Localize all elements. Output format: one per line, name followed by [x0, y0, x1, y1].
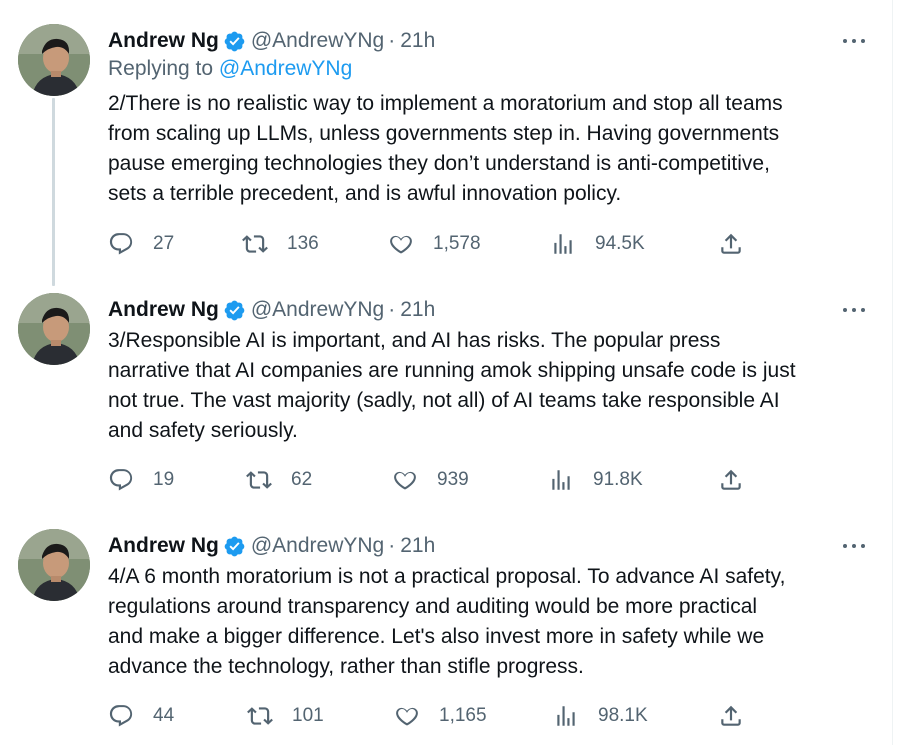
views-count: 91.8K: [593, 469, 643, 490]
verified-badge-icon[interactable]: [223, 30, 246, 53]
tweet-text: 2/There is no realistic way to implement…: [108, 89, 878, 209]
tweet-text-line: and make a bigger difference. Let's also…: [108, 625, 765, 648]
tweet-text-line: 4/A 6 month moratorium is not a practica…: [108, 565, 786, 588]
avatar[interactable]: [18, 529, 90, 601]
replying-to-link[interactable]: @AndrewYNg: [219, 57, 352, 80]
avatar-photo-icon: [18, 529, 90, 601]
tweet-actions: 19 62 939 91.8K: [108, 465, 768, 495]
thread-timeline: Andrew Ng @AndrewYNg · 21h Replying to @…: [0, 0, 893, 745]
share-button[interactable]: [718, 701, 744, 731]
tweet-text-line: narrative that AI companies are running …: [108, 359, 796, 382]
retweet-button[interactable]: 62: [246, 465, 312, 495]
tweet-actions: 27 136 1,578 94.5K: [108, 229, 768, 259]
tweet-2[interactable]: Andrew Ng @AndrewYNg · 21h 3/Responsible…: [0, 293, 893, 508]
tweet-timestamp[interactable]: 21h: [400, 29, 435, 53]
share-upload-icon: [721, 233, 741, 254]
retweet-count: 101: [292, 705, 324, 726]
tweet-text-line: 3/Responsible AI is important, and AI ha…: [108, 329, 721, 352]
retweet-icon: [246, 471, 272, 489]
tweet-text-line: from scaling up LLMs, unless governments…: [108, 122, 780, 145]
views-bars-icon: [554, 234, 572, 254]
author-name[interactable]: Andrew Ng: [108, 298, 219, 322]
reply-count: 27: [153, 233, 175, 254]
tweet-1[interactable]: Andrew Ng @AndrewYNg · 21h Replying to @…: [0, 24, 893, 274]
tweet-header: Andrew Ng @AndrewYNg · 21h: [108, 531, 435, 561]
tweet-text-line: advance the technology, rather than stif…: [108, 655, 584, 678]
verified-badge-icon[interactable]: [223, 535, 246, 558]
views-bars-icon: [552, 470, 570, 490]
more-dots-icon[interactable]: [841, 535, 867, 557]
tweet-text-line: not true. The vast majority (sadly, not …: [108, 389, 780, 412]
avatar-photo-icon: [18, 24, 90, 96]
tweet-text-line: regulations around transparency and audi…: [108, 595, 758, 618]
share-button[interactable]: [718, 229, 744, 259]
avatar[interactable]: [18, 293, 90, 365]
author-handle[interactable]: @AndrewYNg: [251, 29, 384, 53]
heart-icon: [396, 707, 418, 726]
retweet-icon: [242, 235, 268, 253]
tweet-text: 4/A 6 month moratorium is not a practica…: [108, 562, 878, 682]
like-button[interactable]: 939: [392, 465, 469, 495]
retweet-count: 136: [287, 233, 319, 254]
like-count: 1,578: [433, 233, 481, 254]
share-upload-icon: [721, 705, 741, 726]
author-name[interactable]: Andrew Ng: [108, 29, 219, 53]
share-button[interactable]: [718, 465, 744, 495]
like-button[interactable]: 1,165: [394, 701, 487, 731]
more-dots-icon[interactable]: [841, 30, 867, 52]
tweet-text-line: pause emerging technologies they don’t u…: [108, 152, 770, 175]
tweet-text-line: 2/There is no realistic way to implement…: [108, 92, 783, 115]
reply-bubble-icon: [109, 705, 133, 727]
tweet-header: Andrew Ng @AndrewYNg · 21h: [108, 295, 435, 325]
tweet-actions: 44 101 1,165 98.1K: [108, 701, 768, 731]
verified-badge-icon[interactable]: [223, 299, 246, 322]
share-upload-icon: [721, 469, 741, 490]
tweet-text-line: sets a terrible precedent, and is awful …: [108, 182, 622, 205]
views-bars-icon: [557, 706, 575, 726]
retweet-button[interactable]: 101: [247, 701, 324, 731]
retweet-button[interactable]: 136: [242, 229, 319, 259]
avatar-photo-icon: [18, 293, 90, 365]
views-count: 94.5K: [595, 233, 645, 254]
reply-button[interactable]: 27: [108, 229, 174, 259]
replying-prefix: Replying to: [108, 57, 219, 80]
replying-to: Replying to @AndrewYNg: [108, 57, 352, 81]
reply-count: 19: [153, 469, 175, 490]
header-separator: ·: [388, 534, 396, 557]
author-name[interactable]: Andrew Ng: [108, 534, 219, 558]
heart-icon: [394, 471, 416, 490]
views-count: 98.1K: [598, 705, 648, 726]
tweet-text: 3/Responsible AI is important, and AI ha…: [108, 326, 878, 446]
tweet-text-line: and safety seriously.: [108, 419, 298, 442]
views-button[interactable]: 91.8K: [548, 465, 643, 495]
views-button[interactable]: 98.1K: [553, 701, 648, 731]
tweet-header: Andrew Ng @AndrewYNg · 21h: [108, 26, 435, 56]
heart-icon: [390, 235, 412, 254]
author-handle[interactable]: @AndrewYNg: [251, 298, 384, 322]
header-separator: ·: [388, 298, 396, 321]
like-count: 1,165: [439, 705, 487, 726]
like-count: 939: [437, 469, 469, 490]
reply-bubble-icon: [109, 233, 133, 255]
avatar[interactable]: [18, 24, 90, 96]
reply-bubble-icon: [109, 469, 133, 491]
retweet-count: 62: [291, 469, 313, 490]
header-separator: ·: [388, 29, 396, 52]
reply-button[interactable]: 19: [108, 465, 174, 495]
tweet-timestamp[interactable]: 21h: [400, 534, 435, 558]
tweet-3[interactable]: Andrew Ng @AndrewYNg · 21h 4/A 6 month m…: [0, 529, 893, 739]
like-button[interactable]: 1,578: [388, 229, 481, 259]
more-dots-icon[interactable]: [841, 299, 867, 321]
tweet-timestamp[interactable]: 21h: [400, 298, 435, 322]
retweet-icon: [247, 707, 273, 725]
views-button[interactable]: 94.5K: [550, 229, 645, 259]
reply-count: 44: [153, 705, 175, 726]
author-handle[interactable]: @AndrewYNg: [251, 534, 384, 558]
reply-button[interactable]: 44: [108, 701, 174, 731]
